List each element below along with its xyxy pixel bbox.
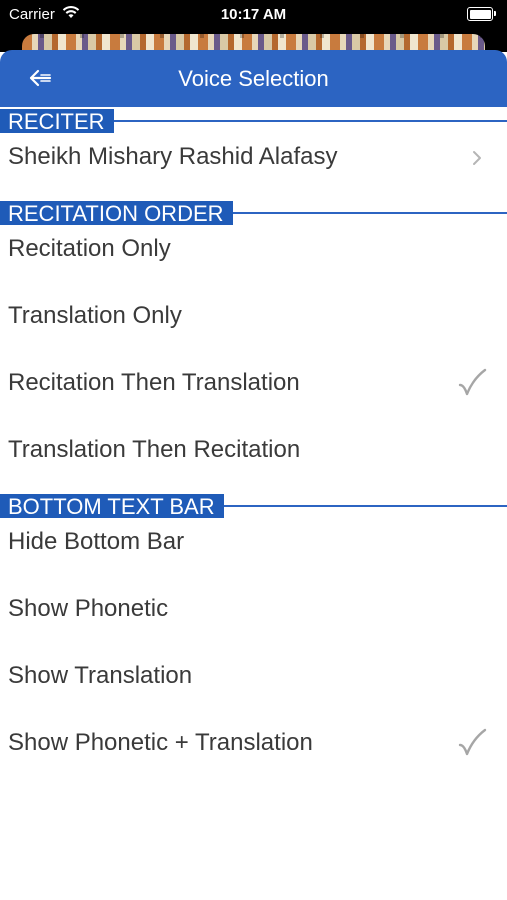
section-header-recitation-order: RECITATION ORDER	[0, 201, 507, 226]
option-label: Recitation Then Translation	[8, 369, 300, 396]
option-translation-then-recitation[interactable]: Translation Then Recitation	[0, 429, 507, 477]
section-label: BOTTOM TEXT BAR	[0, 494, 224, 519]
decorative-banner	[0, 30, 507, 52]
option-show-translation[interactable]: Show Translation	[0, 655, 507, 703]
option-translation-only[interactable]: Translation Only	[0, 295, 507, 343]
reciter-row[interactable]: Sheikh Mishary Rashid Alafasy	[0, 136, 507, 184]
option-label: Translation Only	[8, 302, 182, 329]
section-label: RECITER	[0, 109, 114, 134]
status-time: 10:17 AM	[220, 6, 287, 23]
section-header-reciter: RECITER	[0, 109, 507, 134]
option-show-phonetic-translation[interactable]: Show Phonetic + Translation	[0, 722, 507, 770]
option-label: Recitation Only	[8, 235, 171, 262]
option-label: Hide Bottom Bar	[8, 528, 185, 555]
option-label: Translation Then Recitation	[8, 436, 301, 463]
reciter-name: Sheikh Mishary Rashid Alafasy	[8, 143, 338, 170]
option-label: Show Translation	[8, 662, 193, 689]
option-label: Show Phonetic	[8, 595, 169, 622]
option-hide-bottom-bar[interactable]: Hide Bottom Bar	[0, 521, 507, 569]
battery-icon	[467, 7, 496, 21]
status-bar: Carrier 10:17 AM	[0, 0, 507, 30]
page-title: Voice Selection	[178, 66, 329, 91]
option-recitation-only[interactable]: Recitation Only	[0, 228, 507, 276]
section-header-bottom-text-bar: BOTTOM TEXT BAR	[0, 494, 507, 519]
option-recitation-then-translation[interactable]: Recitation Then Translation	[0, 362, 507, 410]
checkmark-icon	[458, 368, 487, 396]
section-label: RECITATION ORDER	[0, 201, 233, 226]
checkmark-icon	[458, 728, 487, 756]
option-label: Show Phonetic + Translation	[8, 729, 313, 756]
navigation-bar: Voice Selection	[0, 50, 507, 107]
chevron-right-icon	[473, 151, 481, 165]
option-show-phonetic[interactable]: Show Phonetic	[0, 588, 507, 636]
